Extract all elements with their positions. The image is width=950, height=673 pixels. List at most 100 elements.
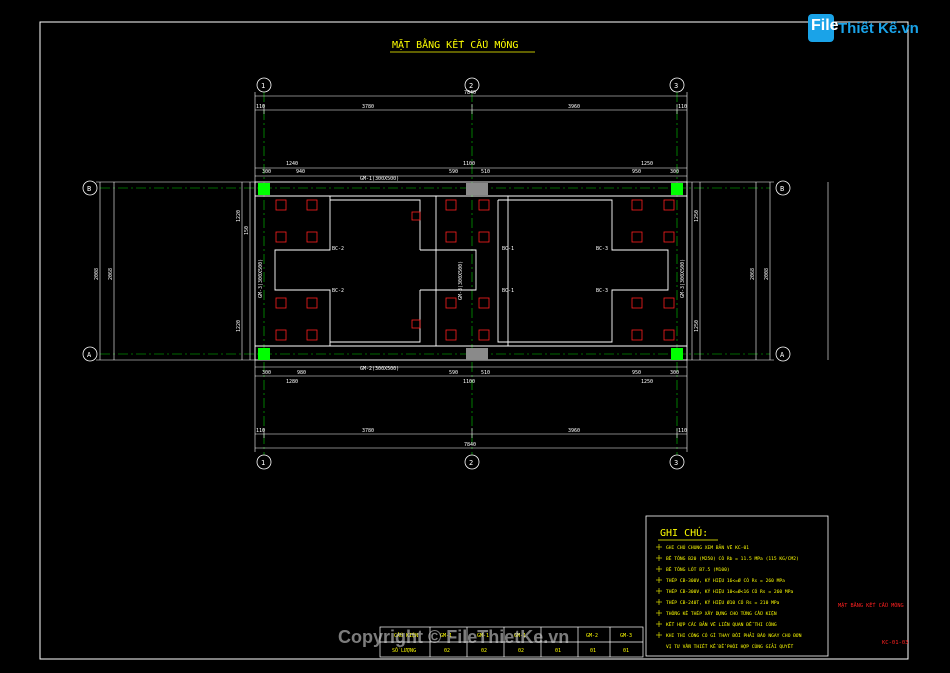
dim-span-right-bottom: 3960 xyxy=(568,428,580,434)
drawing-title: MẶT BẰNG KẾT CẤU MÓNG xyxy=(392,37,518,51)
note-item: BÊ TÔNG LÓT B7.5 (M100) xyxy=(666,565,730,573)
dim-edge-bottom-right: 110 xyxy=(678,428,687,434)
dim-bot-right-b: 300 xyxy=(670,370,679,376)
note-item: KHI THI CÔNG CÓ GÌ THAY ĐỔI PHẢI BÁO NGA… xyxy=(666,631,802,639)
svg-text:2: 2 xyxy=(469,82,473,90)
dim-total-top: 7840 xyxy=(464,90,476,96)
sheet-code: KC-01-03 xyxy=(882,640,909,646)
schedule-count: 02 xyxy=(481,648,487,654)
logo-name-text: Thiết Kế.vn xyxy=(838,20,919,37)
dimension-lines-top xyxy=(254,92,688,185)
notes-heading: GHI CHÚ: xyxy=(660,526,708,539)
dim-edge-top-left: 110 xyxy=(256,104,265,110)
dim-vert-small-left: 150 xyxy=(244,226,250,235)
site-logo: File Thiết Kế.vn xyxy=(808,14,923,44)
dim-vert-total-right: 2008 xyxy=(764,268,770,280)
axis-bubble-2-bottom: 2 xyxy=(464,454,480,470)
column-mid-a2 xyxy=(466,348,488,360)
notes-list: GHI CHÚ CHUNG XEM BẢN VẼ KC-01 BÊ TÔNG B… xyxy=(666,543,802,650)
dim-top-mid: 1100 xyxy=(463,161,475,167)
dim-bot-left: 1280 xyxy=(286,379,298,385)
side-title: MẶT BẰNG KẾT CẤU MÓNG xyxy=(838,601,904,609)
schedule-header: GM-2 xyxy=(586,633,598,639)
copyright-watermark: Copyright © FileThietKe.vn xyxy=(338,627,570,647)
dim-vert-seg-left-top: 1220 xyxy=(236,210,242,222)
axis-bubble-a-left: A xyxy=(82,346,98,362)
label-gm3-right: GM-3(300X500) xyxy=(680,259,686,298)
schedule-count: 01 xyxy=(623,648,629,654)
dim-bot-mid-b: 510 xyxy=(481,370,490,376)
axis-bubble-1-bottom: 1 xyxy=(256,454,272,470)
svg-text:A: A xyxy=(87,351,92,359)
label-bc2-b: BC-2 xyxy=(332,288,344,294)
note-bullets xyxy=(656,544,662,638)
svg-text:A: A xyxy=(780,351,785,359)
column-corner-b3 xyxy=(671,183,683,195)
note-item: GHI CHÚ CHUNG XEM BẢN VẼ KC-01 xyxy=(666,543,749,551)
axis-bubble-3-top: 3 xyxy=(669,77,685,93)
label-gm3-mid: GM-3(300X500) xyxy=(458,261,464,300)
label-bc3-a: BC-3 xyxy=(596,246,608,252)
label-gm2-bottom: GM-2(300X500) xyxy=(360,366,399,372)
dim-top-right: 1250 xyxy=(641,161,653,167)
dim-top-left: 1240 xyxy=(286,161,298,167)
dim-bot-right: 1250 xyxy=(641,379,653,385)
column-corner-a1 xyxy=(258,348,270,360)
note-item: THÉP CB-240T, KÝ HIỆU Ø10 CÓ Rs = 210 MP… xyxy=(666,598,780,606)
dim-span-left-top: 3780 xyxy=(362,104,374,110)
dim-vert-inner-right: 2068 xyxy=(750,268,756,280)
dim-top-left-a: 300 xyxy=(262,169,271,175)
dimension-lines-bottom xyxy=(254,360,688,452)
svg-text:B: B xyxy=(87,185,91,193)
dim-span-right-top: 3960 xyxy=(568,104,580,110)
label-bc2-a: BC-2 xyxy=(332,246,344,252)
axis-lines xyxy=(100,92,770,455)
svg-text:B: B xyxy=(780,185,784,193)
dim-vert-inner-left: 2068 xyxy=(108,268,114,280)
note-item: THỐNG KÊ THÉP XÂY DỰNG CHO TỪNG CẤU KIỆN xyxy=(666,609,777,617)
schedule-row2-label: SỐ LƯỢNG xyxy=(392,647,416,654)
axis-bubble-1-top: 1 xyxy=(256,77,272,93)
dim-total-bottom: 7840 xyxy=(464,442,476,448)
dim-top-left-b: 940 xyxy=(296,169,305,175)
label-bc3-b: BC-3 xyxy=(596,288,608,294)
label-gm1-top: GM-1(300X500) xyxy=(360,176,399,182)
dim-edge-top-right: 110 xyxy=(678,104,687,110)
dim-vert-seg-left-bot: 1220 xyxy=(236,320,242,332)
label-bc1-b: BC-1 xyxy=(502,288,514,294)
note-item: KẾT HỢP CÁC BẢN VẼ LIÊN QUAN ĐỂ THI CÔNG xyxy=(666,620,777,628)
schedule-count: 01 xyxy=(555,648,561,654)
axis-bubble-3-bottom: 3 xyxy=(669,454,685,470)
column-mid-b2 xyxy=(466,183,488,195)
dim-bot-left-a: 300 xyxy=(262,370,271,376)
svg-text:1: 1 xyxy=(261,459,265,467)
axis-bubble-b-right: B xyxy=(775,180,791,196)
note-item: THÉP CB-300V, KÝ HIỆU 16<=Ø CÓ Rs = 260 … xyxy=(666,576,785,584)
schedule-count: 01 xyxy=(590,648,596,654)
foundation-outline xyxy=(254,181,688,361)
dim-vert-seg-right-top: 1250 xyxy=(694,210,700,222)
dim-right-b: 300 xyxy=(670,169,679,175)
sheet-border xyxy=(39,21,909,660)
drawing-canvas: MẶT BẰNG KẾT CẤU MÓNG 1 2 3 1 2 3 B A B … xyxy=(39,21,909,660)
svg-text:3: 3 xyxy=(674,82,678,90)
note-item: BÊ TÔNG B20 (M250) CÓ Rb = 11.5 MPa (115… xyxy=(666,554,799,562)
schedule-count: 02 xyxy=(518,648,524,654)
axis-bubble-b-left: B xyxy=(82,180,98,196)
logo-file-text: File xyxy=(811,17,839,34)
axis-bubble-a-right: A xyxy=(775,346,791,362)
dim-bot-mid: 1100 xyxy=(463,379,475,385)
svg-text:2: 2 xyxy=(469,459,473,467)
note-item: THÉP CB-300V, KÝ HIỆU 10<=Ø<16 CÓ Rs = 2… xyxy=(666,587,793,595)
dim-vert-total-left: 2008 xyxy=(94,268,100,280)
note-item: VỊ TƯ VẤN THIẾT KẾ ĐỂ PHỐI HỢP CÙNG GIẢI… xyxy=(666,642,793,650)
dim-bot-left-b: 980 xyxy=(297,370,306,376)
column-corner-b1 xyxy=(258,183,270,195)
dim-bot-mid-a: 590 xyxy=(449,370,458,376)
schedule-header: GM-3 xyxy=(620,633,632,639)
dim-mid-b: 510 xyxy=(481,169,490,175)
column-corner-a3 xyxy=(671,348,683,360)
dim-mid-a: 590 xyxy=(449,169,458,175)
dim-edge-bottom-left: 110 xyxy=(256,428,265,434)
dim-bot-right-a: 950 xyxy=(632,370,641,376)
